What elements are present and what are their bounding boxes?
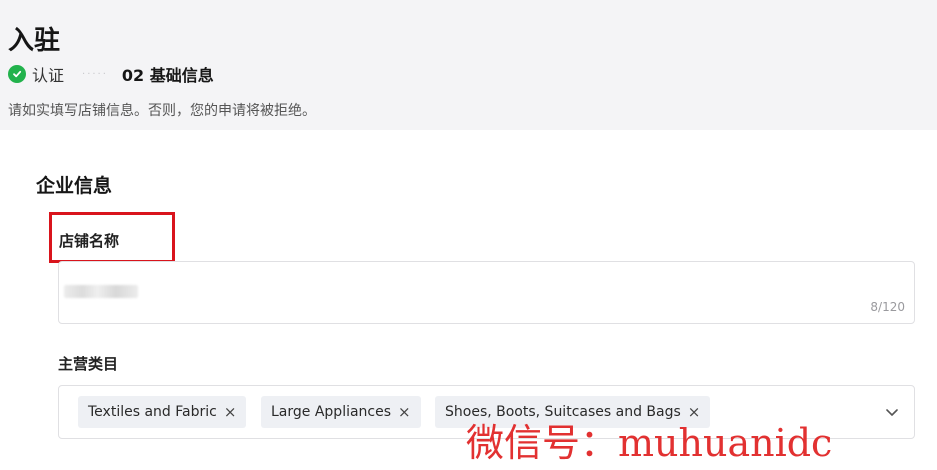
store-name-label: 店铺名称	[59, 232, 120, 250]
tag-label: Textiles and Fabric	[88, 404, 217, 420]
check-icon	[8, 65, 26, 83]
redacted-store-name	[64, 285, 138, 298]
watermark: 微信号：muhuanidc	[466, 421, 833, 465]
chevron-down-icon[interactable]	[884, 404, 900, 420]
section-title: 企业信息	[36, 175, 113, 197]
char-counter: 8/120	[870, 300, 905, 314]
instruction-text: 请如实填写店铺信息。否则，您的申请将被拒绝。	[8, 103, 316, 119]
page-title: 入驻	[8, 26, 61, 56]
store-name-input[interactable]	[58, 261, 915, 324]
step-connector: ·····	[82, 68, 108, 80]
tag-label: Large Appliances	[271, 404, 392, 420]
step-indicator: 认证 ····· 02 基础信息	[8, 63, 214, 85]
category-tag: Large Appliances ×	[261, 396, 421, 428]
category-tag: Textiles and Fabric ×	[78, 396, 247, 428]
category-label: 主营类目	[58, 355, 119, 373]
close-icon[interactable]: ×	[224, 403, 237, 421]
step-basic-info-label: 02 基础信息	[121, 66, 214, 85]
step-certification-label: 认证	[32, 66, 65, 85]
close-icon[interactable]: ×	[398, 403, 411, 421]
